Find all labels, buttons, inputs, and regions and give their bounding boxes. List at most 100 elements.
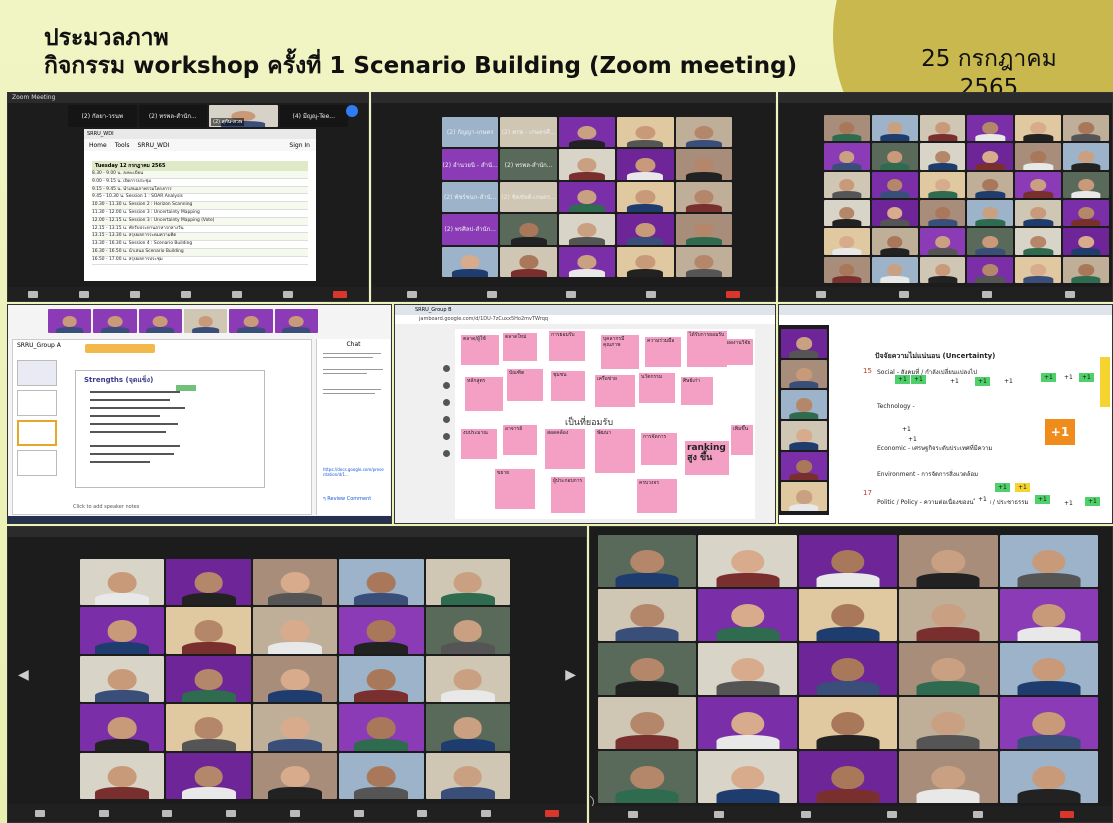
- chat-button-icon[interactable]: [289, 809, 300, 817]
- participants-icon[interactable]: [130, 290, 141, 298]
- chat-button-icon[interactable]: [887, 810, 898, 818]
- sticky-note[interactable]: เพิ่มขึ้น: [731, 425, 753, 455]
- sticky-ranking[interactable]: ranking สูง ขึ้น: [685, 441, 729, 475]
- slide-thumbnail[interactable]: [17, 450, 57, 476]
- url-bar[interactable]: jamboard.google.com/d/1DU-7zCuxx5Ho2mvTW…: [395, 315, 775, 324]
- mute-icon[interactable]: [28, 290, 39, 298]
- sticky-note[interactable]: งบประมาณ: [461, 429, 497, 459]
- slideshow-button[interactable]: [85, 344, 155, 353]
- jamboard-canvas[interactable]: เป็นที่ยอมรับ ranking สูง ขึ้น ตลาด/ผู้ใ…: [455, 329, 755, 519]
- sticky-note[interactable]: การยอมรับ: [549, 331, 585, 361]
- sticky-note[interactable]: สอดคล้อง: [545, 429, 585, 469]
- video-tile: [1063, 143, 1109, 170]
- screenshot-panel-7: ◀ ▶: [7, 526, 587, 823]
- sticky-note[interactable]: ความร่วมมือ: [645, 337, 681, 367]
- slide-thumbnail[interactable]: [17, 390, 57, 416]
- video-tile: [871, 256, 918, 283]
- yellow-side-note: [1100, 357, 1110, 407]
- sticky-note[interactable]: ผู้ประกอบการ: [551, 477, 585, 513]
- chat-link[interactable]: https://docs.google.com/presentation/d/1…: [323, 467, 385, 477]
- share-screen-icon[interactable]: [353, 809, 364, 817]
- leave-button[interactable]: [726, 290, 741, 298]
- sticky-note-icon[interactable]: [443, 416, 450, 423]
- next-page-arrow[interactable]: ▶: [565, 667, 576, 683]
- eraser-icon[interactable]: [443, 382, 450, 389]
- reactions-icon[interactable]: [481, 809, 492, 817]
- video-tile: [824, 200, 870, 227]
- plus-one-tag: +1: [975, 377, 990, 386]
- sticky-note[interactable]: พัฒนา: [595, 429, 635, 473]
- plus-one-tag: +1: [905, 435, 920, 444]
- participants-icon[interactable]: [800, 810, 811, 818]
- share-screen-icon[interactable]: [982, 290, 993, 298]
- doc-tab[interactable]: SRRU_WDI: [84, 129, 316, 139]
- video-tile: [781, 390, 827, 419]
- sticky-note[interactable]: หลักสูตร: [465, 377, 503, 411]
- window-titlebar: Zoom Meeting: [8, 93, 368, 103]
- record-icon[interactable]: [282, 290, 293, 298]
- sticky-note[interactable]: ขยาย: [495, 469, 535, 509]
- leave-button[interactable]: [333, 290, 348, 298]
- browser-tab[interactable]: SRRU_Group B: [395, 305, 775, 315]
- chat-icon[interactable]: [346, 105, 358, 117]
- record-icon[interactable]: [1065, 290, 1076, 298]
- sticky-note[interactable]: ผลงานวิจัย: [725, 339, 753, 365]
- pen-icon[interactable]: [443, 365, 450, 372]
- mute-icon[interactable]: [406, 290, 417, 298]
- sticky-note[interactable]: บุคลากรมีคุณภาพ: [601, 335, 639, 369]
- sticky-note[interactable]: บัณฑิต: [507, 369, 543, 401]
- shape-icon[interactable]: [443, 450, 450, 457]
- sticky-note[interactable]: ศิษย์เก่า: [681, 377, 713, 405]
- video-tile: [1015, 228, 1062, 255]
- sticky-note[interactable]: อาจารย์: [503, 425, 537, 455]
- sticky-note[interactable]: นวัตกรรม: [639, 373, 675, 403]
- chat-footer-link[interactable]: ๆ Review Comment: [323, 495, 371, 503]
- chat-button-icon[interactable]: [180, 290, 191, 298]
- leave-button[interactable]: [1059, 810, 1074, 818]
- video-icon[interactable]: [486, 290, 497, 298]
- speaker-notes[interactable]: Click to add speaker notes: [73, 504, 139, 510]
- video-tile: [339, 704, 424, 751]
- screenshot-panel-4: SRRU_Group A Strengths (จุดแข็ง) Click t…: [7, 304, 392, 524]
- sticky-note[interactable]: ตลาด/ผู้ใช้: [461, 335, 499, 365]
- leave-button[interactable]: [545, 809, 559, 817]
- video-tile: [598, 535, 697, 587]
- slide-canvas[interactable]: Strengths (จุดแข็ง): [75, 370, 265, 488]
- doc-menu-tools[interactable]: Tools: [115, 142, 130, 149]
- slide-thumbnails: [17, 360, 57, 510]
- mute-icon[interactable]: [628, 810, 639, 818]
- sticky-note[interactable]: เครือข่าย: [595, 375, 635, 407]
- mute-icon[interactable]: [815, 290, 826, 298]
- doc-menu-home[interactable]: Home: [89, 142, 107, 149]
- participant-name: (2) อำนวยนิ - สำนั...: [442, 161, 498, 169]
- sticky-note[interactable]: ได้รับการยอมรับ: [687, 331, 727, 367]
- sticky-note[interactable]: ชุมชน: [551, 371, 585, 401]
- select-icon[interactable]: [443, 399, 450, 406]
- sticky-note[interactable]: ครบวงจร: [637, 479, 677, 513]
- slide-thumbnail-active[interactable]: [17, 420, 57, 446]
- video-icon[interactable]: [79, 290, 90, 298]
- row-number-17: 17: [863, 489, 872, 497]
- prev-page-arrow[interactable]: ◀: [18, 667, 29, 683]
- video-tile: [252, 752, 338, 799]
- url-bar[interactable]: [779, 315, 1112, 323]
- record-icon[interactable]: [417, 809, 428, 817]
- share-screen-icon[interactable]: [646, 290, 657, 298]
- video-tile: [252, 559, 338, 606]
- share-screen-icon[interactable]: [973, 810, 984, 818]
- video-icon[interactable]: [714, 810, 725, 818]
- video-tile: [617, 149, 674, 180]
- image-icon[interactable]: [443, 433, 450, 440]
- video-icon[interactable]: [98, 809, 109, 817]
- security-icon[interactable]: [162, 809, 173, 817]
- video-icon[interactable]: [898, 290, 909, 298]
- participants-icon[interactable]: [226, 809, 237, 817]
- slide-thumbnail[interactable]: [17, 360, 57, 386]
- participants-icon[interactable]: [566, 290, 577, 298]
- share-screen-icon[interactable]: [231, 290, 242, 298]
- doc-menu-file[interactable]: SRRU_WDI: [138, 142, 170, 149]
- sticky-note[interactable]: ตลาดใหม่: [503, 333, 537, 361]
- mute-icon[interactable]: [34, 809, 45, 817]
- sign-in-button[interactable]: Sign In: [289, 142, 310, 149]
- sticky-note[interactable]: การจัดการ: [641, 433, 677, 465]
